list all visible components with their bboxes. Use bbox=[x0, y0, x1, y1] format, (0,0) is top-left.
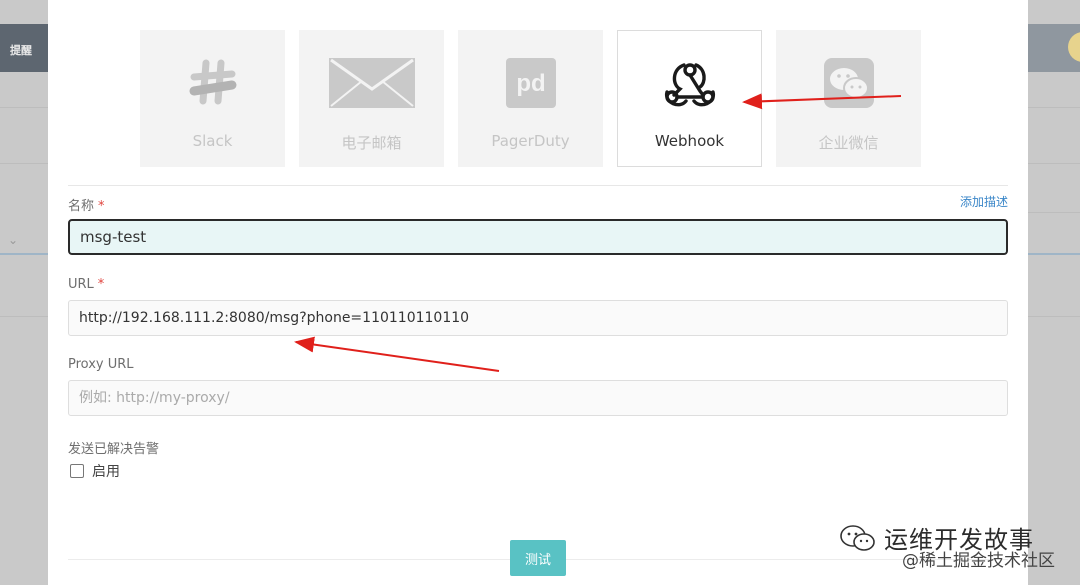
background-divider bbox=[1028, 316, 1080, 317]
send-resolved-label: 发送已解决告警 bbox=[68, 442, 160, 457]
channel-card-webhook[interactable]: Webhook bbox=[617, 30, 762, 167]
proxy-url-input[interactable] bbox=[68, 380, 1008, 416]
channel-label: Slack bbox=[192, 132, 233, 150]
name-field-label: 名称 * bbox=[68, 195, 105, 214]
background-highlight-line bbox=[1028, 253, 1080, 255]
channel-card-pagerduty[interactable]: pd PagerDuty bbox=[458, 30, 603, 167]
section-divider bbox=[68, 185, 1008, 186]
background-highlight-line bbox=[0, 253, 48, 255]
url-label-text: URL bbox=[68, 277, 94, 292]
channel-label: 企业微信 bbox=[818, 134, 879, 152]
watermark-subtitle: @稀土掘金技术社区 bbox=[902, 551, 1055, 571]
background-divider bbox=[1028, 163, 1080, 164]
slack-icon bbox=[168, 55, 258, 111]
required-mark: * bbox=[98, 199, 105, 214]
test-button[interactable]: 测试 bbox=[510, 540, 566, 576]
background-divider bbox=[0, 163, 48, 164]
background-divider bbox=[0, 316, 48, 317]
required-mark: * bbox=[97, 277, 105, 292]
channel-label: PagerDuty bbox=[491, 132, 570, 150]
name-label-text: 名称 bbox=[68, 199, 95, 214]
wechat-icon bbox=[804, 55, 894, 111]
background-topbar-text: 提醒 bbox=[10, 44, 32, 57]
svg-text:pd: pd bbox=[516, 70, 545, 97]
background-divider bbox=[1028, 107, 1080, 108]
url-field-label: URL * bbox=[68, 277, 104, 292]
url-input[interactable] bbox=[68, 300, 1008, 336]
pagerduty-icon: pd bbox=[486, 55, 576, 111]
chevron-down-icon: ⌄ bbox=[8, 233, 19, 247]
proxy-url-field-label: Proxy URL bbox=[68, 357, 134, 372]
enable-checkbox[interactable] bbox=[70, 464, 84, 478]
envelope-icon bbox=[327, 55, 417, 111]
wechat-icon bbox=[840, 524, 875, 551]
channel-card-slack[interactable]: Slack bbox=[140, 30, 285, 167]
background-topbar-left: 提醒 bbox=[0, 24, 48, 72]
channel-card-wechat-work[interactable]: 企业微信 bbox=[776, 30, 921, 167]
enable-checkbox-row: 启用 bbox=[70, 461, 120, 481]
webhook-icon bbox=[645, 55, 735, 111]
channel-label: Webhook bbox=[654, 132, 725, 150]
notification-channel-dialog: Slack 电子邮箱 pd PagerDuty Webhook 企业微信 名称 … bbox=[48, 0, 1028, 585]
background-divider bbox=[0, 107, 48, 108]
background-divider bbox=[1028, 212, 1080, 213]
name-input[interactable] bbox=[68, 219, 1008, 255]
enable-checkbox-label[interactable]: 启用 bbox=[92, 461, 120, 481]
channel-type-selector: Slack 电子邮箱 pd PagerDuty Webhook 企业微信 bbox=[140, 30, 921, 167]
channel-card-email[interactable]: 电子邮箱 bbox=[299, 30, 444, 167]
add-description-link[interactable]: 添加描述 bbox=[960, 193, 1008, 210]
channel-label: 电子邮箱 bbox=[341, 134, 402, 152]
